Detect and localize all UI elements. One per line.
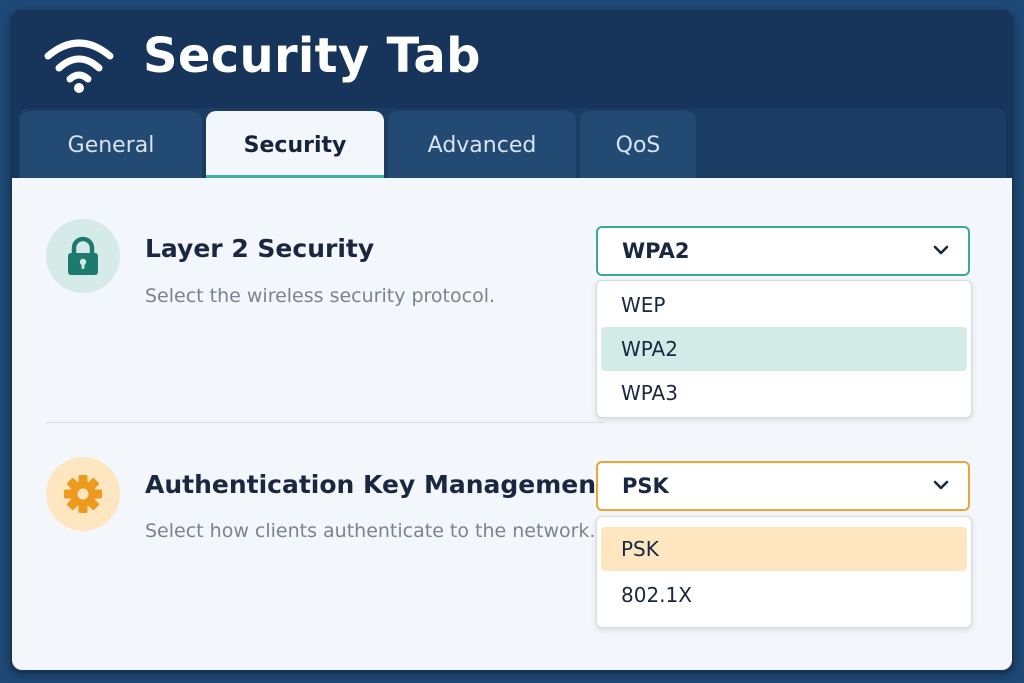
- wifi-icon: [44, 39, 114, 93]
- tab-general[interactable]: General: [20, 111, 202, 180]
- akm-title: Authentication Key Management: [145, 470, 608, 499]
- layer2-security-title: Layer 2 Security: [145, 234, 375, 263]
- akm-select[interactable]: PSK: [596, 461, 970, 511]
- gear-icon: [64, 475, 102, 513]
- layer2-security-selected-value: WPA2: [622, 239, 690, 263]
- security-panel: Layer 2 Security Select the wireless sec…: [12, 178, 1012, 670]
- gear-icon-badge: [46, 457, 120, 531]
- layer2-security-description: Select the wireless security protocol.: [145, 285, 496, 307]
- akm-selected-value: PSK: [622, 474, 669, 498]
- window: Security Tab General Security Advanced Q…: [10, 10, 1014, 673]
- chevron-down-icon: [933, 245, 949, 255]
- akm-option-psk[interactable]: PSK: [601, 527, 967, 571]
- layer2-option-wep[interactable]: WEP: [601, 283, 967, 327]
- tab-security[interactable]: Security: [206, 111, 384, 180]
- lock-icon: [68, 236, 98, 275]
- layer2-option-wpa2[interactable]: WPA2: [601, 327, 967, 371]
- akm-description: Select how clients authenticate to the n…: [145, 520, 596, 542]
- section-divider: [46, 422, 604, 423]
- header: Security Tab: [10, 10, 1014, 110]
- akm-option-8021x[interactable]: 802.1X: [601, 573, 967, 617]
- layer2-option-wpa3[interactable]: WPA3: [601, 371, 967, 415]
- tab-bar: General Security Advanced QoS: [18, 108, 1006, 180]
- tab-advanced[interactable]: Advanced: [388, 111, 576, 180]
- layer2-security-select[interactable]: WPA2: [596, 226, 970, 276]
- chevron-down-icon: [933, 480, 949, 490]
- page-title: Security Tab: [143, 28, 481, 84]
- lock-icon-badge: [46, 219, 120, 293]
- layer2-security-dropdown: WEP WPA2 WPA3: [596, 280, 972, 418]
- akm-dropdown: PSK 802.1X: [596, 516, 972, 628]
- tab-qos[interactable]: QoS: [580, 111, 696, 180]
